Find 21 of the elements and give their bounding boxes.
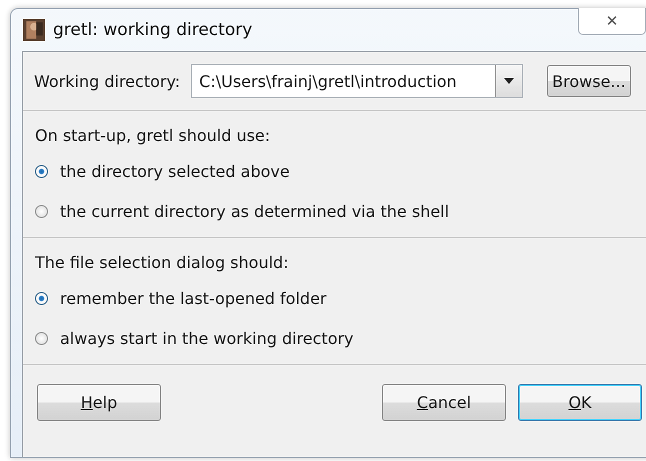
radio-button[interactable]	[35, 292, 48, 304]
dropdown-button[interactable]	[495, 65, 522, 97]
app-icon	[23, 19, 45, 41]
section-heading: The file selection dialog should:	[35, 253, 290, 272]
option-label: remember the last-opened folder	[60, 288, 326, 308]
help-button[interactable]: Help	[37, 384, 161, 421]
option-label: the current directory as determined via the shell	[60, 202, 450, 220]
section-heading: On start-up, gretl should use:	[35, 126, 272, 145]
caret-icon	[504, 78, 514, 84]
radio-button[interactable]	[35, 332, 48, 344]
radio-button[interactable]	[35, 164, 48, 178]
option-label: always start in the working directory	[60, 328, 354, 348]
browse-button[interactable]: Browse...	[547, 65, 631, 97]
ok-button[interactable]: OK	[518, 384, 642, 421]
option-label: the directory selected above	[60, 162, 290, 180]
window-title: gretl: working directory	[53, 20, 252, 40]
radio-button[interactable]	[35, 204, 48, 218]
close-button[interactable]: ✕	[578, 8, 646, 35]
cancel-button[interactable]: Cancel	[382, 384, 506, 421]
directory-combo-box[interactable]: C:\Users\frainj\gretl\introduction	[191, 64, 524, 98]
field-label: Working directory:	[34, 72, 180, 90]
